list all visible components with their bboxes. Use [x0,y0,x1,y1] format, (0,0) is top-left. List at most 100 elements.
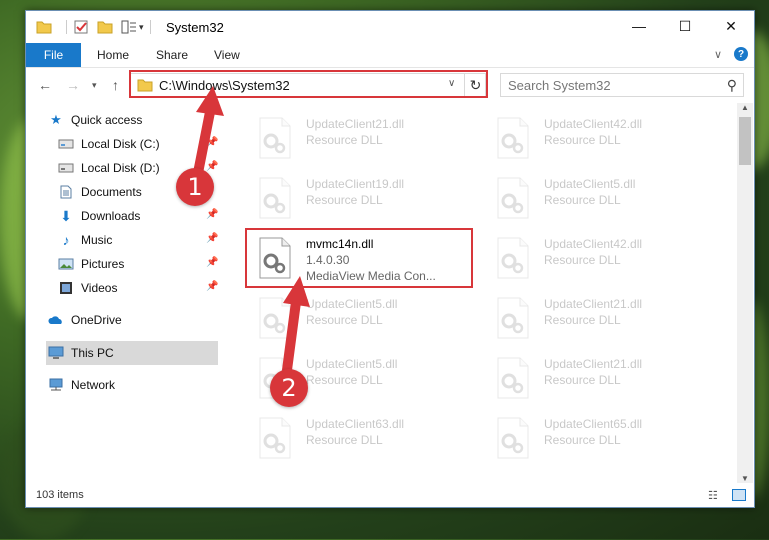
chevron-down-icon[interactable]: ▾ [139,22,144,33]
pin-icon[interactable]: 📌 [206,161,218,172]
sidebar-item-label: Local Disk (C:) [81,137,160,151]
file-description: Resource DLL [306,373,383,387]
sidebar-item-label: Downloads [81,209,141,223]
sidebar-item-pictures[interactable]: Pictures [58,253,124,275]
file-item[interactable]: UpdateClient21.dll Resource DLL [250,111,470,167]
documents-icon [58,185,74,199]
tab-share[interactable]: Share [156,48,188,62]
file-description: Resource DLL [544,193,621,207]
sidebar-item-label: Music [81,233,113,247]
dll-file-icon [497,177,529,219]
tab-file[interactable]: File [26,43,81,67]
sidebar-item-onedrive[interactable]: OneDrive [48,309,122,331]
dll-file-icon [497,417,529,459]
file-description: Resource DLL [306,133,383,147]
sidebar-item-videos[interactable]: Videos [58,277,117,299]
up-arrow-icon[interactable]: ↑ [112,77,119,93]
file-item[interactable]: UpdateClient21.dll Resource DLL [488,291,708,347]
dll-file-icon [259,297,291,339]
minimize-button[interactable]: — [616,11,662,41]
pin-icon[interactable]: 📌 [206,233,218,244]
pin-icon[interactable]: 📌 [206,257,218,268]
file-name: UpdateClient21.dll [306,117,405,131]
file-item[interactable]: UpdateClient5.dll Resource DLL [250,291,470,347]
close-button[interactable]: ✕ [708,11,754,41]
file-item[interactable]: UpdateClient21.dll Resource DLL [488,351,708,407]
customize-icon[interactable] [121,20,137,34]
back-arrow-icon[interactable]: ← [38,77,52,93]
search-icon: ⚲ [726,77,737,93]
network-icon [48,378,64,392]
divider [149,20,151,34]
help-icon[interactable]: ? [734,47,748,61]
pin-icon[interactable]: 📌 [206,137,218,148]
pin-icon[interactable]: 📌 [206,281,218,292]
file-name: UpdateClient63.dll [306,417,405,431]
tab-view[interactable]: View [214,48,240,62]
sidebar-item-local-disk-d[interactable]: Local Disk (D:) [58,157,160,179]
tiles-view-icon[interactable] [732,489,746,501]
sidebar-item-network[interactable]: Network [48,374,115,396]
expand-ribbon-icon[interactable]: ∨ [714,48,722,61]
scroll-thumb[interactable] [739,117,751,165]
status-item-count: 103 items [36,489,84,501]
drive-icon [58,161,74,175]
explorer-window: ▾ System32 — ☐ ✕ File Home Share View ∨ … [25,10,755,508]
scroll-up-icon[interactable]: ▲ [741,103,749,112]
sidebar-item-quick-access[interactable]: ★ Quick access [48,109,142,131]
file-description: Resource DLL [544,373,621,387]
maximize-button[interactable]: ☐ [662,11,708,41]
file-list: UpdateClient21.dll Resource DLL UpdateClie… [238,103,738,483]
file-item[interactable]: UpdateClient42.dll Resource DLL [488,111,708,167]
forward-arrow-icon[interactable]: → [66,77,80,93]
scroll-down-icon[interactable]: ▼ [741,474,749,483]
drive-icon [58,137,74,151]
sidebar-item-local-disk-c[interactable]: Local Disk (C:) [58,133,160,155]
file-name: UpdateClient42.dll [544,237,643,251]
file-name: UpdateClient21.dll [544,357,643,371]
pin-icon[interactable]: 📌 [206,209,218,220]
file-name: UpdateClient65.dll [544,417,643,431]
sidebar-item-music[interactable]: ♪ Music [58,229,113,251]
file-item[interactable]: UpdateClient5.dll Resource DLL [488,171,708,227]
search-input[interactable]: Search System32 ⚲ [500,73,744,97]
search-placeholder: Search System32 [508,78,611,93]
sidebar-item-label: Local Disk (D:) [81,161,160,175]
details-view-icon[interactable]: ☷ [708,489,718,502]
file-item[interactable]: UpdateClient65.dll Resource DLL [488,411,708,467]
file-description: Resource DLL [306,313,383,327]
tab-home[interactable]: Home [97,48,129,62]
divider [66,20,67,34]
sidebar-item-this-pc[interactable]: This PC [48,342,114,364]
file-name: UpdateClient5.dll [544,177,636,191]
star-icon: ★ [50,112,62,127]
cloud-icon [48,313,64,327]
computer-icon [48,346,64,360]
file-description: Resource DLL [306,433,383,447]
dll-file-icon [497,237,529,279]
dll-file-icon [259,117,291,159]
properties-icon[interactable] [73,19,89,35]
file-item[interactable]: UpdateClient42.dll Resource DLL [488,231,708,287]
navigation-pane: ★ Quick access Local Disk (C:) 📌 Local D… [26,103,220,473]
file-description: Resource DLL [544,433,621,447]
sidebar-item-downloads[interactable]: ⬇ Downloads [58,205,140,227]
music-icon: ♪ [62,232,70,248]
file-item[interactable]: UpdateClient19.dll Resource DLL [250,171,470,227]
vertical-scrollbar[interactable]: ▲ ▼ [737,103,753,483]
file-name: UpdateClient21.dll [544,297,643,311]
pictures-icon [58,257,74,271]
sidebar-item-label: Quick access [71,113,143,127]
new-folder-icon[interactable] [97,20,113,34]
sidebar-item-label: Pictures [81,257,125,271]
sidebar-item-documents[interactable]: Documents [58,181,142,203]
file-item[interactable]: UpdateClient63.dll Resource DLL [250,411,470,467]
sidebar-item-label: OneDrive [71,313,122,327]
videos-icon [58,281,74,295]
quick-access-toolbar: ▾ [36,19,157,35]
ribbon-tabs: File Home Share View ∨ ? [26,43,754,68]
file-name: UpdateClient5.dll [306,357,398,371]
folder-icon[interactable] [36,20,52,34]
callout-step-1: 1 [176,168,214,206]
recent-locations-icon[interactable]: ▾ [92,80,97,91]
